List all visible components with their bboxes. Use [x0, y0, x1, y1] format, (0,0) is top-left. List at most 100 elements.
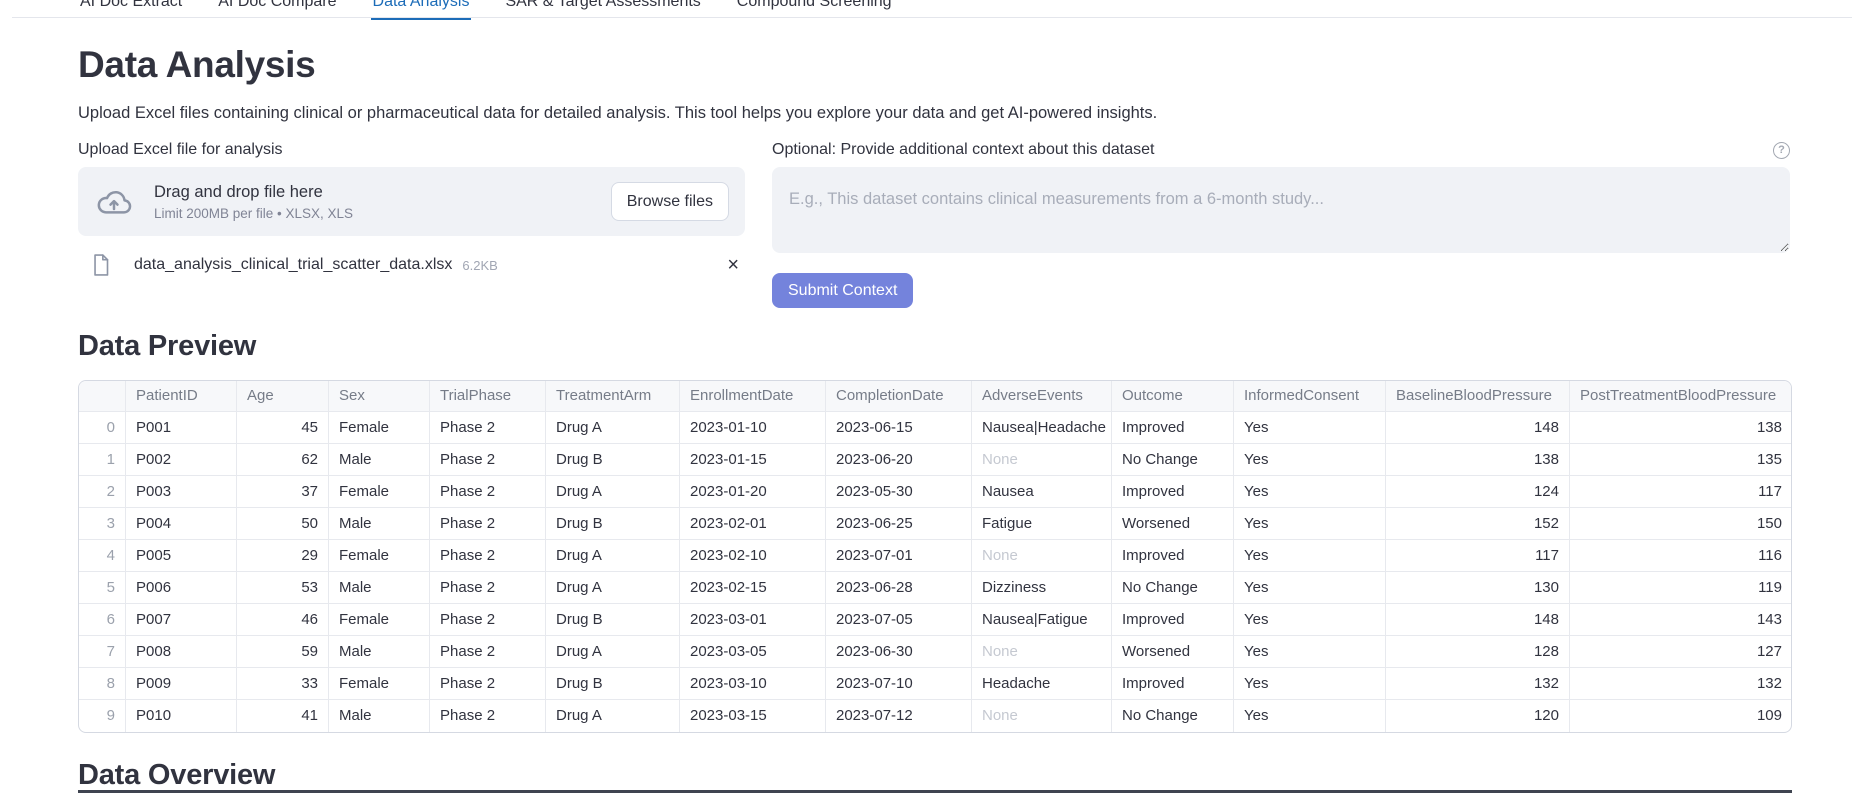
table-cell[interactable]: Drug A	[546, 636, 680, 668]
table-cell[interactable]: 150	[1570, 508, 1792, 540]
table-cell[interactable]: 2023-03-05	[680, 636, 826, 668]
table-cell[interactable]: Drug A	[546, 476, 680, 508]
table-cell[interactable]: Improved	[1112, 540, 1234, 572]
table-cell[interactable]: Drug A	[546, 412, 680, 444]
table-cell[interactable]: None	[972, 700, 1112, 732]
table-cell[interactable]: Drug B	[546, 508, 680, 540]
table-cell[interactable]: P001	[126, 412, 237, 444]
table-cell[interactable]: 2023-02-15	[680, 572, 826, 604]
table-cell[interactable]: 59	[237, 636, 329, 668]
table-cell[interactable]: 2023-01-15	[680, 444, 826, 476]
row-index-cell[interactable]: 5	[79, 572, 126, 604]
file-dropzone[interactable]: Drag and drop file here Limit 200MB per …	[78, 167, 745, 236]
table-cell[interactable]: Male	[329, 700, 430, 732]
column-header-baselinebloodpressure[interactable]: BaselineBloodPressure	[1386, 381, 1570, 412]
table-cell[interactable]: P007	[126, 604, 237, 636]
table-cell[interactable]: 46	[237, 604, 329, 636]
table-cell[interactable]: Drug B	[546, 444, 680, 476]
table-cell[interactable]: Yes	[1234, 444, 1386, 476]
table-cell[interactable]: 148	[1386, 412, 1570, 444]
table-cell[interactable]: Worsened	[1112, 508, 1234, 540]
column-header-sex[interactable]: Sex	[329, 381, 430, 412]
table-cell[interactable]: No Change	[1112, 572, 1234, 604]
table-cell[interactable]: No Change	[1112, 444, 1234, 476]
table-cell[interactable]: 143	[1570, 604, 1792, 636]
table-cell[interactable]: Drug A	[546, 540, 680, 572]
table-cell[interactable]: 117	[1570, 476, 1792, 508]
table-cell[interactable]: 41	[237, 700, 329, 732]
table-cell[interactable]: P004	[126, 508, 237, 540]
table-cell[interactable]: None	[972, 636, 1112, 668]
table-cell[interactable]: 148	[1386, 604, 1570, 636]
table-cell[interactable]: Nausea|Fatigue	[972, 604, 1112, 636]
table-cell[interactable]: Yes	[1234, 540, 1386, 572]
row-index-cell[interactable]: 6	[79, 604, 126, 636]
column-header-patientid[interactable]: PatientID	[126, 381, 237, 412]
table-cell[interactable]: 130	[1386, 572, 1570, 604]
help-icon[interactable]: ?	[1773, 142, 1790, 159]
table-cell[interactable]: 2023-03-01	[680, 604, 826, 636]
table-cell[interactable]: Improved	[1112, 668, 1234, 700]
table-cell[interactable]: Phase 2	[430, 540, 546, 572]
row-index-cell[interactable]: 4	[79, 540, 126, 572]
table-cell[interactable]: Improved	[1112, 604, 1234, 636]
table-cell[interactable]: Fatigue	[972, 508, 1112, 540]
table-cell[interactable]: P002	[126, 444, 237, 476]
table-cell[interactable]: Male	[329, 572, 430, 604]
table-cell[interactable]: Drug B	[546, 604, 680, 636]
table-cell[interactable]: 2023-06-28	[826, 572, 972, 604]
table-cell[interactable]: Phase 2	[430, 668, 546, 700]
table-cell[interactable]: Drug A	[546, 700, 680, 732]
table-cell[interactable]: Dizziness	[972, 572, 1112, 604]
column-header-age[interactable]: Age	[237, 381, 329, 412]
column-header-treatmentarm[interactable]: TreatmentArm	[546, 381, 680, 412]
row-index-cell[interactable]: 9	[79, 700, 126, 732]
table-cell[interactable]: 2023-03-10	[680, 668, 826, 700]
table-cell[interactable]: 2023-01-10	[680, 412, 826, 444]
table-cell[interactable]: Phase 2	[430, 700, 546, 732]
table-cell[interactable]: 109	[1570, 700, 1792, 732]
table-cell[interactable]: Female	[329, 540, 430, 572]
table-cell[interactable]: P010	[126, 700, 237, 732]
table-cell[interactable]: 2023-07-10	[826, 668, 972, 700]
table-cell[interactable]: Phase 2	[430, 604, 546, 636]
table-cell[interactable]: Phase 2	[430, 444, 546, 476]
table-cell[interactable]: Worsened	[1112, 636, 1234, 668]
column-header-enrollmentdate[interactable]: EnrollmentDate	[680, 381, 826, 412]
table-cell[interactable]: 132	[1570, 668, 1792, 700]
table-cell[interactable]: P003	[126, 476, 237, 508]
table-cell[interactable]: Yes	[1234, 508, 1386, 540]
table-cell[interactable]: P005	[126, 540, 237, 572]
table-cell[interactable]: Phase 2	[430, 636, 546, 668]
table-cell[interactable]: P006	[126, 572, 237, 604]
table-cell[interactable]: Female	[329, 476, 430, 508]
table-cell[interactable]: Yes	[1234, 636, 1386, 668]
row-index-cell[interactable]: 8	[79, 668, 126, 700]
table-cell[interactable]: Male	[329, 636, 430, 668]
table-cell[interactable]: Nausea	[972, 476, 1112, 508]
table-cell[interactable]: 2023-01-20	[680, 476, 826, 508]
submit-context-button[interactable]: Submit Context	[772, 273, 913, 308]
table-cell[interactable]: 37	[237, 476, 329, 508]
table-cell[interactable]: Yes	[1234, 700, 1386, 732]
table-cell[interactable]: Yes	[1234, 668, 1386, 700]
column-header-adverseevents[interactable]: AdverseEvents	[972, 381, 1112, 412]
table-cell[interactable]: No Change	[1112, 700, 1234, 732]
table-cell[interactable]: Phase 2	[430, 412, 546, 444]
table-cell[interactable]: 120	[1386, 700, 1570, 732]
row-index-cell[interactable]: 2	[79, 476, 126, 508]
table-cell[interactable]: Female	[329, 668, 430, 700]
table-cell[interactable]: 117	[1386, 540, 1570, 572]
table-cell[interactable]: 2023-06-15	[826, 412, 972, 444]
column-header-posttreatmentbloodpressure[interactable]: PostTreatmentBloodPressure	[1570, 381, 1792, 412]
table-cell[interactable]: Phase 2	[430, 476, 546, 508]
table-cell[interactable]: Female	[329, 604, 430, 636]
table-cell[interactable]: 2023-07-12	[826, 700, 972, 732]
table-cell[interactable]: None	[972, 444, 1112, 476]
table-cell[interactable]: 128	[1386, 636, 1570, 668]
table-cell[interactable]: None	[972, 540, 1112, 572]
table-cell[interactable]: Yes	[1234, 476, 1386, 508]
table-cell[interactable]: 2023-06-30	[826, 636, 972, 668]
table-cell[interactable]: 124	[1386, 476, 1570, 508]
row-index-cell[interactable]: 7	[79, 636, 126, 668]
